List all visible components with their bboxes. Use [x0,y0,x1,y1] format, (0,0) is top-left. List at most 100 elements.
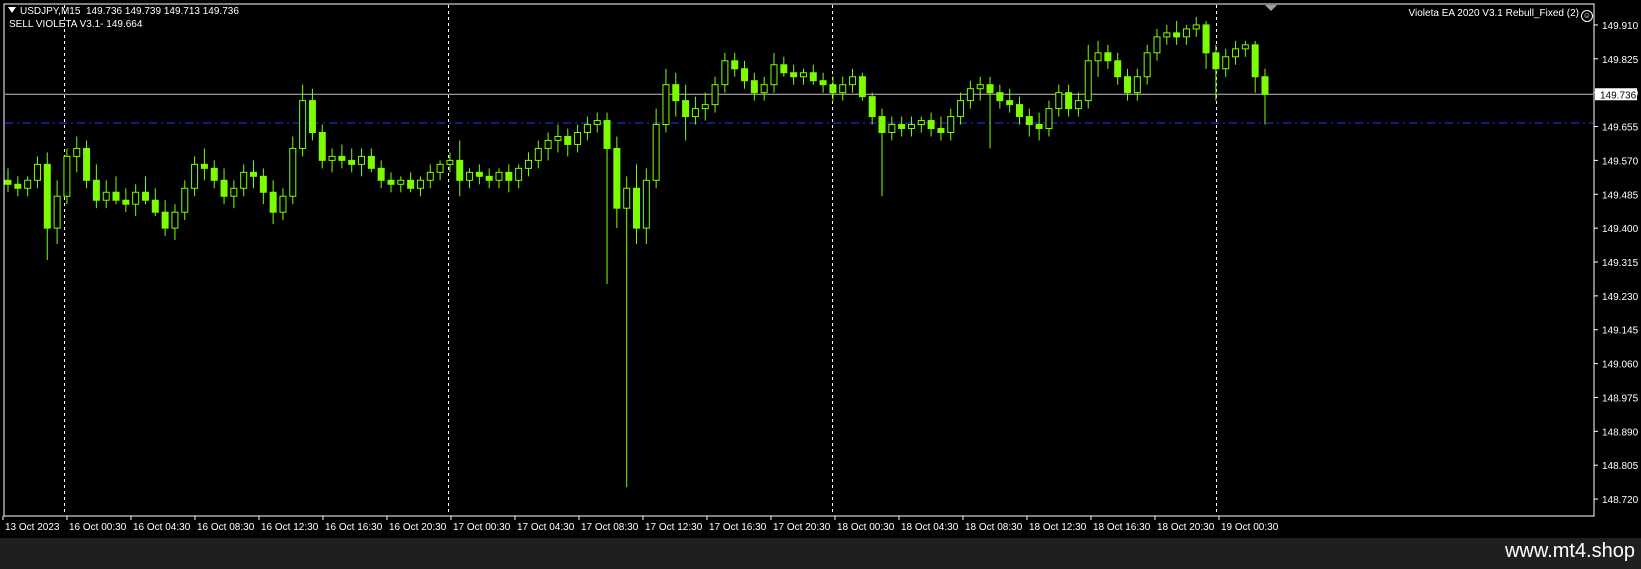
candle [731,52,739,77]
candle-body [171,211,179,229]
candle [191,156,199,197]
candle-body [1035,124,1043,130]
candle [416,176,424,197]
price-tick-label: 149.485 [1602,190,1639,201]
candle [1143,44,1151,85]
candle-body [554,135,562,141]
candle [898,116,906,137]
candle-body [947,116,955,133]
time-tick-label: 16 Oct 00:30 [69,522,127,533]
candle-body [603,120,611,149]
price-tick-label: 149.230 [1602,292,1639,303]
candle-body [1133,76,1141,94]
candle [495,168,503,189]
price-tick-label: 149.910 [1602,21,1639,32]
candle [53,180,61,245]
price-chart[interactable]: 149.910149.825149.740149.655149.570149.4… [0,0,1641,538]
candle [996,84,1004,109]
candle-body [102,191,110,201]
candle-body [1153,36,1161,54]
candle-body [574,132,582,145]
candle-body [613,147,621,209]
candle-body [24,179,32,189]
candle [1192,16,1200,37]
price-tick-label: 149.570 [1602,156,1639,167]
candle-body [279,195,287,213]
candle-body [1222,56,1230,70]
candle-body [966,88,974,102]
candle [132,184,140,217]
candle-body [1251,44,1259,78]
symbol-ohlc-label: USDJPY,M15 149.736 149.739 149.713 149.7… [8,6,239,18]
price-tick-label: 148.805 [1602,461,1639,472]
candle [1015,96,1023,125]
time-tick-label: 13 Oct 2023 [5,522,60,533]
candle [623,176,631,488]
candle [613,136,621,229]
candle-body [701,104,709,110]
ea-name: Violeta EA 2020 V3.1 Rebull_Fixed (2) [1408,8,1579,19]
candle [328,148,336,173]
candle-body [1232,48,1240,58]
time-tick-label: 16 Oct 20:30 [389,522,447,533]
candle [475,164,483,185]
candle [200,148,208,181]
time-tick-label: 18 Oct 00:30 [837,522,895,533]
candle-body [210,167,218,181]
candle-body [898,124,906,130]
candle [141,176,149,205]
candle [1094,40,1102,77]
candle-body [1006,100,1014,106]
candle [917,116,925,133]
time-tick-label: 16 Oct 04:30 [133,522,191,533]
candle [819,72,827,93]
candle [878,108,886,197]
time-tick-label: 17 Oct 00:30 [453,522,511,533]
chart-window[interactable]: 149.910149.825149.740149.655149.570149.4… [0,0,1641,538]
dropdown-triangle-icon[interactable] [8,7,16,13]
candle-body [917,120,925,126]
candle-body [976,84,984,90]
candle [741,60,749,89]
candle-body [534,147,542,161]
candle [839,76,847,101]
candle [1025,108,1033,137]
candle [1163,24,1171,45]
candle [1182,24,1190,45]
candle-body [858,76,866,98]
candle-body [515,167,523,181]
candle-body [1055,92,1063,110]
candle-body [83,147,91,181]
candle [377,160,385,189]
candle [161,200,169,237]
chart-shift-marker[interactable] [1265,5,1277,11]
candle-body [426,171,434,181]
candle [937,116,945,141]
price-tick-label: 148.720 [1602,495,1639,506]
candle-body [456,159,464,181]
candle [279,188,287,221]
candle-body [338,155,346,161]
candle-body [829,84,837,94]
smiley-icon: ☺ [1581,10,1593,22]
candle-body [367,155,375,169]
candle-body [1094,52,1102,62]
time-tick-label: 17 Oct 20:30 [773,522,831,533]
candle-body [1202,24,1210,54]
candle-body [407,179,415,189]
time-tick-label: 17 Oct 08:30 [581,522,639,533]
candle [1035,112,1043,141]
candle [1222,48,1230,77]
time-tick-label: 19 Oct 00:30 [1221,522,1279,533]
indicator-signal-label: SELL VIOLETA V3.1- 149.664 [9,19,143,30]
candle [829,76,837,101]
candle [92,164,100,209]
candle [318,124,326,169]
candle-body [770,64,778,86]
expert-advisor-label[interactable]: Violeta EA 2020 V3.1 Rebull_Fixed (2) ☺ [1409,8,1593,22]
candle-body [240,171,248,189]
price-tick-label: 149.655 [1602,123,1639,134]
candle [1202,20,1210,69]
candle-body [1025,116,1033,126]
symbol-name: USDJPY,M15 [20,6,81,17]
